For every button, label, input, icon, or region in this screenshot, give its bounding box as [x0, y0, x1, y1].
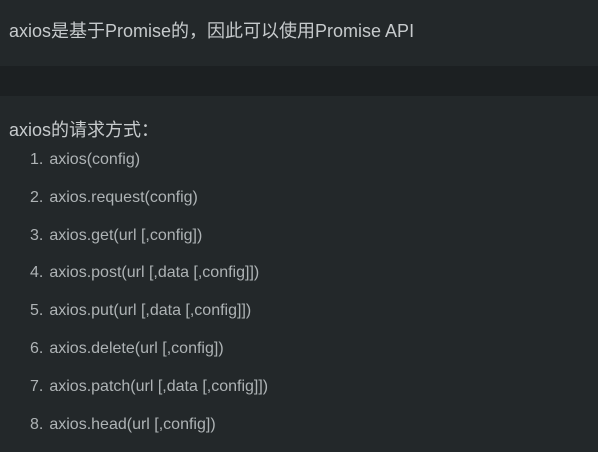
list-number: 6. — [30, 339, 44, 357]
list-item: 3. axios.get(url [,config]) — [30, 224, 598, 262]
list-number: 8. — [30, 415, 44, 433]
list-item: 5. axios.put(url [,data [,config]]) — [30, 299, 598, 337]
intro-paragraph: axios是基于Promise的，因此可以使用Promise API — [9, 21, 415, 41]
list-item: 7. axios.patch(url [,data [,config]]) — [30, 375, 598, 413]
method-signature: axios.delete(url [,config]) — [49, 339, 224, 357]
list-number: 2. — [30, 188, 44, 206]
list-number: 4. — [30, 264, 44, 282]
list-number: 1. — [30, 151, 44, 168]
list-number: 3. — [30, 226, 44, 244]
request-methods-list: 1. axios(config) 2. axios.request(config) … — [0, 142, 598, 450]
list-number: 5. — [30, 302, 44, 320]
list-item: 2. axios.request(config) — [30, 186, 598, 224]
list-item: 6. axios.delete(url [,config]) — [30, 337, 598, 375]
method-signature: axios.request(config) — [49, 188, 198, 206]
list-item: 4. axios.post(url [,data [,config]]) — [30, 261, 598, 299]
method-signature: axios.get(url [,config]) — [49, 226, 203, 244]
section-heading: axios的请求方式： — [9, 120, 160, 140]
method-signature: axios.patch(url [,data [,config]]) — [49, 377, 269, 395]
method-signature: axios(config) — [49, 151, 141, 168]
list-item: 1. axios(config) — [30, 148, 598, 186]
list-number: 7. — [30, 377, 44, 395]
method-signature: axios.head(url [,config]) — [49, 415, 216, 433]
method-signature: axios.post(url [,data [,config]]) — [49, 264, 260, 282]
method-signature: axios.put(url [,data [,config]]) — [49, 302, 252, 320]
list-item: 8. axios.head(url [,config]) — [30, 413, 598, 451]
empty-code-block — [0, 66, 598, 96]
